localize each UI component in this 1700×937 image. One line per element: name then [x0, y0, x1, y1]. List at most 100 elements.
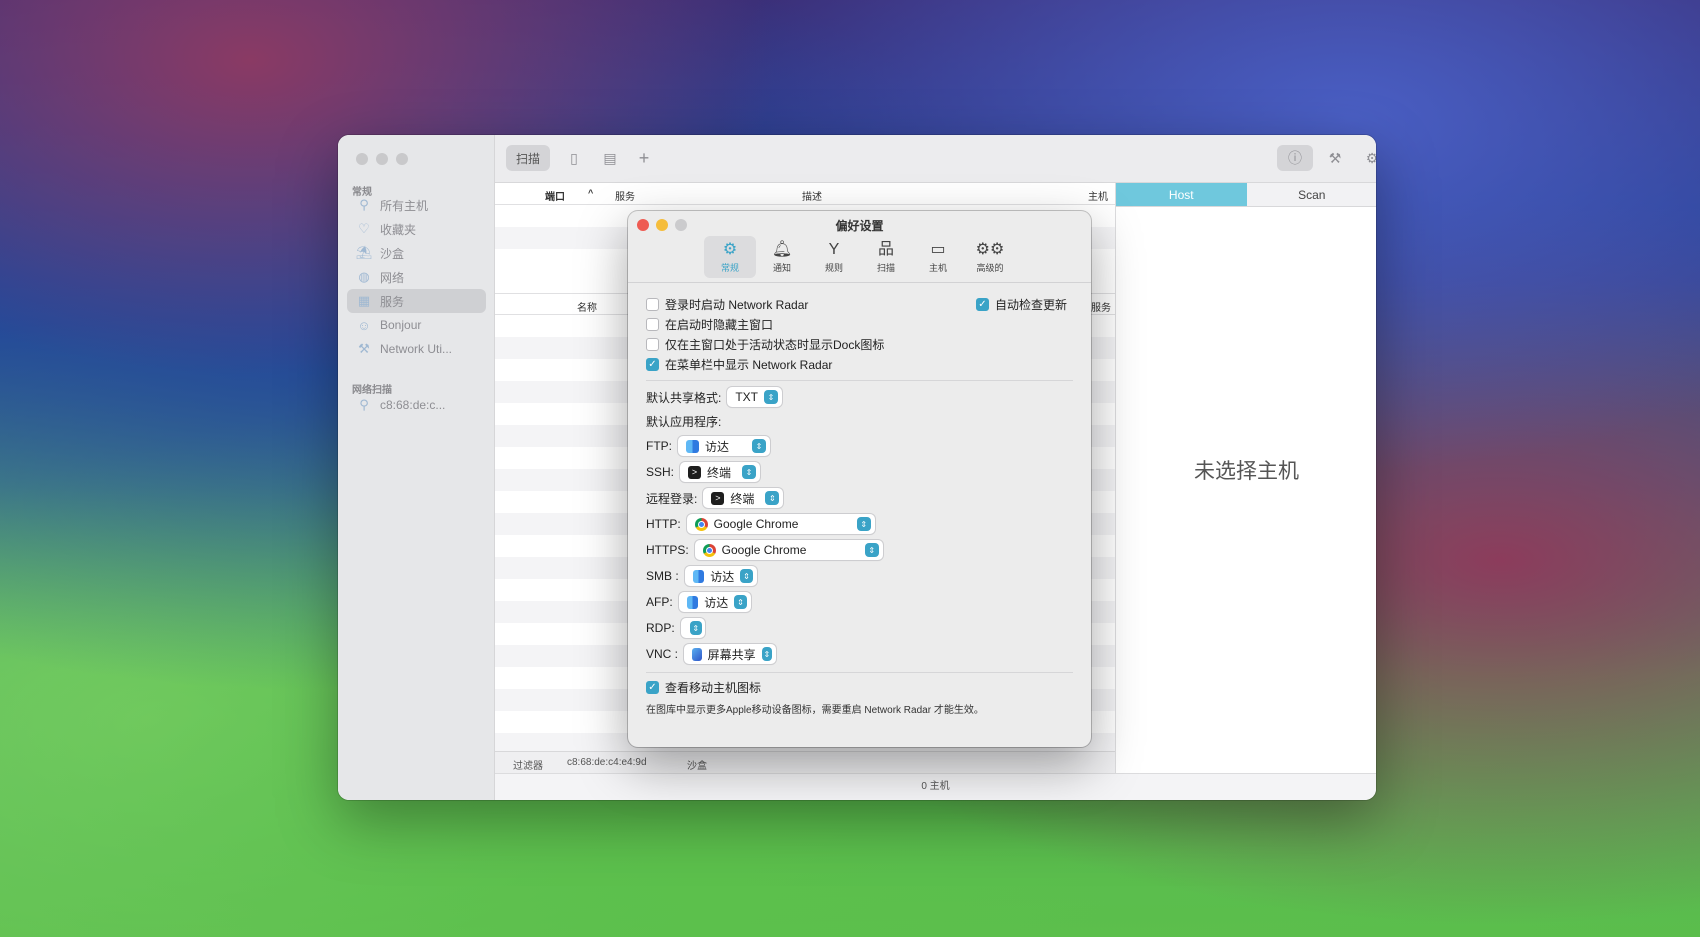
chevron-updown-icon: ⇕ [689, 621, 702, 635]
dock-icon-row[interactable]: 仅在主窗口处于活动状态时显示Dock图标 [646, 336, 884, 353]
afp-app-popup[interactable]: 访达 ⇕ [678, 592, 751, 612]
gear-icon[interactable]: ⚙ [1357, 145, 1376, 171]
tab-scan[interactable]: Scan [1246, 183, 1376, 207]
vnc-row: VNC : 屏幕共享 ⇕ [646, 644, 777, 664]
vnc-app-popup[interactable]: 屏幕共享 ⇕ [684, 644, 777, 664]
network-tree-icon: ⚲ [359, 197, 369, 212]
globe-icon: ◍ [358, 269, 370, 284]
chevron-updown-icon: ⇕ [740, 569, 753, 583]
https-app-popup[interactable]: Google Chrome ⇕ [694, 540, 883, 560]
tab-hosts[interactable]: ▭ 主机 [912, 236, 964, 278]
http-app-popup[interactable]: Google Chrome ⇕ [686, 514, 875, 534]
sandbox-icon: ⛱ [355, 245, 373, 260]
filter-button[interactable]: 过滤器 [513, 757, 543, 772]
sidebar-item-all-hosts[interactable]: ⚲ 所有主机 [347, 193, 486, 217]
mobile-icons-hint: 在图库中显示更多Apple移动设备图标，需要重启 Network Radar 才… [646, 705, 984, 716]
column-name[interactable]: 名称 [577, 299, 597, 314]
tab-label: 通知 [772, 263, 791, 273]
tab-host[interactable]: Host [1116, 183, 1247, 207]
checkbox-label: 在启动时隐藏主窗口 [665, 318, 774, 332]
chrome-icon [702, 543, 716, 557]
menubar-row[interactable]: ✓ 在菜单栏中显示 Network Radar [646, 356, 832, 373]
prefs-general-pane: 登录时启动 Network Radar ✓ 自动检查更新 在启动时隐藏主窗口 仅… [628, 282, 1091, 747]
https-row: HTTPS: Google Chrome ⇕ [646, 540, 883, 560]
tab-advanced[interactable]: ⚙⚙ 高级的 [964, 236, 1016, 278]
column-service[interactable]: 服务 [615, 188, 635, 203]
filter-bar: 过滤器 c8:68:de:c4:e4:9d 沙盒 [495, 751, 1115, 773]
rdp-app-popup[interactable]: ⇕ [680, 618, 705, 638]
prefs-title: 偏好设置 [835, 219, 884, 233]
sidebar-item-bonjour[interactable]: ☺ Bonjour [347, 313, 486, 337]
sidebar-item-favorites[interactable]: ♡ 收藏夹 [347, 217, 486, 241]
popup-value: 访达 [705, 439, 730, 454]
mobile-icons-checkbox[interactable]: ✓ [646, 681, 659, 694]
info-icon[interactable]: ⓘ [1277, 145, 1313, 171]
divider [646, 380, 1073, 381]
proto-label: HTTP: [646, 517, 681, 531]
tab-general[interactable]: ⚙ 常规 [704, 236, 756, 278]
sidebar: 常规 ⚲ 所有主机 ♡ 收藏夹 ⛱ 沙盒 ◍ 网络 ▦ 服务 ☺ Bonjour… [338, 135, 495, 800]
sidebar-item-sandbox[interactable]: ⛱ 沙盒 [347, 241, 486, 265]
column-description[interactable]: 描述 [802, 188, 822, 203]
devices-icon: ▭ [930, 241, 946, 258]
tab-label: 高级的 [976, 263, 1004, 273]
sidebar-item-label: 服务 [380, 294, 405, 309]
column-service-2[interactable]: 服务 [1091, 299, 1111, 314]
close-button[interactable] [356, 153, 368, 165]
tab-rules[interactable]: Y 规则 [808, 236, 860, 278]
checkbox-label: 查看移动主机图标 [665, 681, 762, 695]
hammer-icon[interactable]: ⚒ [1320, 145, 1350, 171]
checkbox-label: 在菜单栏中显示 Network Radar [665, 358, 833, 372]
sidebar-item-services[interactable]: ▦ 服务 [347, 289, 486, 313]
dock-icon-checkbox[interactable] [646, 338, 659, 351]
hide-on-launch-checkbox[interactable] [646, 318, 659, 331]
sidebar-item-network[interactable]: ◍ 网络 [347, 265, 486, 289]
menubar-checkbox[interactable]: ✓ [646, 358, 659, 371]
popup-value: 终端 [707, 465, 732, 480]
service-icon: ▦ [357, 293, 371, 308]
tab-label: 主机 [928, 263, 947, 273]
filter-sandbox[interactable]: 沙盒 [687, 757, 707, 772]
proto-label: HTTPS: [646, 543, 689, 557]
network-tree-icon: ⚲ [359, 397, 369, 412]
sidebar-item-network-utility[interactable]: ⚒ Network Uti... [347, 337, 486, 361]
popup-value: 屏幕共享 [707, 647, 756, 662]
chevron-updown-icon: ⇕ [742, 465, 757, 479]
layout-icon[interactable]: ▤ [595, 145, 625, 171]
scan-button[interactable]: 扫描 [506, 145, 550, 171]
column-port[interactable]: 端口 [545, 188, 565, 203]
column-host[interactable]: 主机 [1088, 188, 1108, 203]
auto-update-row[interactable]: ✓ 自动检查更新 [976, 296, 1067, 313]
checkbox-label: 自动检查更新 [995, 298, 1068, 312]
smb-app-popup[interactable]: 访达 ⇕ [684, 566, 757, 586]
proto-label: SSH: [646, 465, 675, 479]
tab-scan[interactable]: 品 扫描 [860, 236, 912, 278]
toolbar: 扫描 ▯ ▤ + ⓘ ⚒ ⚙ ⌕ 搜索 [495, 135, 1376, 183]
default-apps-label: 默认应用程序: [646, 415, 722, 429]
http-row: HTTP: Google Chrome ⇕ [646, 514, 875, 534]
chevron-updown-icon: ⇕ [864, 543, 879, 557]
bonjour-icon: ☺ [357, 317, 371, 333]
share-format-label: 默认共享格式: [646, 390, 722, 405]
inspector-tabs: Host Scan [1116, 183, 1376, 207]
minimize-button[interactable] [376, 153, 388, 165]
ftp-app-popup[interactable]: 访达 ⇕ [678, 436, 770, 456]
launch-at-login-checkbox[interactable] [646, 298, 659, 311]
add-icon[interactable]: + [629, 145, 659, 171]
ssh-app-popup[interactable]: > 终端 ⇕ [680, 462, 761, 482]
gear-icon: ⚙ [722, 241, 738, 258]
mobile-icons-row[interactable]: ✓ 查看移动主机图标 [646, 679, 761, 696]
filter-mac[interactable]: c8:68:de:c4:e4:9d [567, 757, 647, 768]
share-format-popup[interactable]: TXT ⇕ [727, 387, 783, 407]
proto-label: 远程登录: [646, 491, 698, 506]
preferences-dialog: 偏好设置 ⚙ 常规 🔔︎ 通知 Y 规则 品 扫描 ▭ 主机 ⚙⚙ 高级的 登录… [628, 211, 1091, 747]
tab-notifications[interactable]: 🔔︎ 通知 [756, 236, 808, 278]
zoom-button[interactable] [396, 153, 408, 165]
telnet-app-popup[interactable]: > 终端 ⇕ [703, 488, 784, 508]
launch-at-login-row[interactable]: 登录时启动 Network Radar [646, 296, 808, 313]
popup-value: 访达 [704, 595, 729, 610]
sidebar-toggle-icon[interactable]: ▯ [559, 145, 589, 171]
hide-on-launch-row[interactable]: 在启动时隐藏主窗口 [646, 316, 773, 333]
auto-update-checkbox[interactable]: ✓ [976, 298, 989, 311]
sidebar-item-scan-result[interactable]: ⚲ c8:68:de:c... [347, 393, 486, 417]
